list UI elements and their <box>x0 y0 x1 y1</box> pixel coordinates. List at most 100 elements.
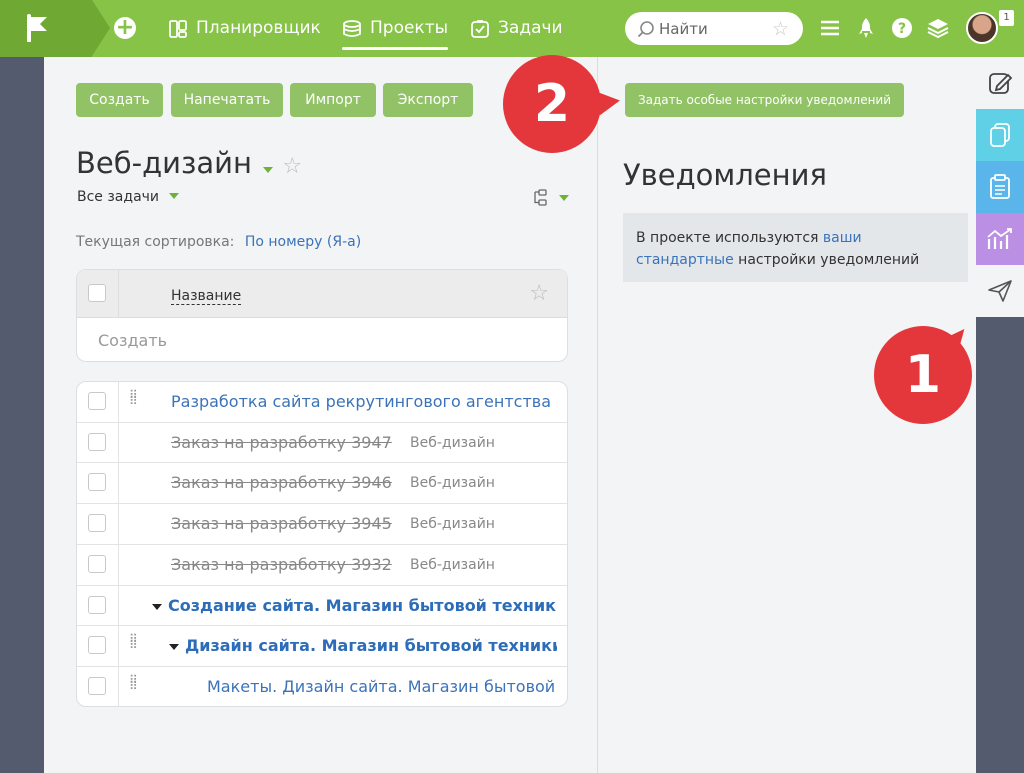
task-project: Веб-дизайн <box>410 516 495 532</box>
table-row[interactable]: ⠿ ⠿ Разработка сайта рекрутингового агент… <box>77 382 567 422</box>
task-title[interactable]: Заказ на разработку 3945 <box>171 514 392 533</box>
nav-tasks[interactable]: Задачи <box>470 0 563 57</box>
table-row[interactable]: ⠿ ⠿ Дизайн сайта. Магазин бытовой техники <box>77 625 567 666</box>
task-title[interactable]: Заказ на разработку 3947 <box>171 433 392 452</box>
nav-projects[interactable]: Проекты <box>342 0 449 57</box>
notifications-text-before: В проекте используются <box>636 230 823 246</box>
drag-handle-icon[interactable]: ⠿ ⠿ <box>129 633 139 651</box>
sort-label: Текущая сортировка: <box>76 234 235 250</box>
task-title[interactable]: Разработка сайта рекрутингового агентств… <box>171 392 557 411</box>
nav-planner-label: Планировщик <box>196 18 321 38</box>
export-button[interactable]: Экспорт <box>383 83 473 117</box>
row-divider <box>118 545 119 585</box>
clipboard-icon <box>990 174 1010 199</box>
flag-logo-icon <box>27 14 47 42</box>
notifications-text-after: настройки уведомлений <box>733 252 920 268</box>
task-title[interactable]: Создание сайта. Магазин бытовой техники <box>152 596 557 615</box>
user-avatar[interactable] <box>966 12 998 44</box>
edit-icon <box>989 73 1013 94</box>
special-notification-settings-button[interactable]: Задать особые настройки уведомлений <box>625 83 904 117</box>
task-list: ⠿ ⠿ Разработка сайта рекрутингового агент… <box>76 381 568 707</box>
documents-icon <box>990 123 1010 147</box>
app-logo[interactable] <box>0 0 110 57</box>
row-checkbox[interactable] <box>88 392 106 410</box>
sort-info: Текущая сортировка: По номеру (Я-а) <box>76 234 361 250</box>
nav-planner[interactable]: Планировщик <box>168 0 321 57</box>
row-checkbox[interactable] <box>88 596 106 614</box>
column-star-icon[interactable]: ☆ <box>529 281 549 306</box>
table-row[interactable]: ⠿ ⠿ Макеты. Дизайн сайта. Магазин бытовой… <box>77 666 567 707</box>
task-project: Веб-дизайн <box>410 475 495 491</box>
create-task-input[interactable]: Создать <box>98 331 167 350</box>
task-title[interactable]: Дизайн сайта. Магазин бытовой техники <box>169 636 557 655</box>
tasks-icon <box>471 19 489 38</box>
paper-plane-icon <box>988 280 1012 302</box>
table-row[interactable]: Заказ на разработку 3945 Веб-дизайн <box>77 503 567 544</box>
row-checkbox[interactable] <box>88 473 106 491</box>
column-name-header[interactable]: Название <box>171 288 242 305</box>
row-divider <box>118 382 119 422</box>
drag-handle-icon[interactable]: ⠿ ⠿ <box>129 674 139 692</box>
expand-arrow-icon[interactable] <box>152 603 162 610</box>
row-divider <box>118 504 119 544</box>
row-checkbox[interactable] <box>88 433 106 451</box>
expand-arrow-icon[interactable] <box>169 643 179 650</box>
select-all-checkbox[interactable] <box>88 284 106 302</box>
search-box[interactable]: ☆ <box>625 12 803 45</box>
search-icon <box>638 21 654 37</box>
notification-badge: 1 <box>999 10 1014 26</box>
project-star-icon[interactable]: ☆ <box>282 154 302 179</box>
task-title[interactable]: Заказ на разработку 3946 <box>171 473 392 492</box>
nav-tasks-label: Задачи <box>498 18 563 38</box>
layers-icon[interactable] <box>927 17 949 39</box>
reports-chart-icon <box>987 228 1012 249</box>
filter-dropdown-icon <box>169 193 180 199</box>
planner-icon <box>169 19 187 38</box>
add-button[interactable]: + <box>114 17 136 39</box>
row-checkbox[interactable] <box>88 636 106 654</box>
side-reports-button[interactable] <box>976 213 1024 265</box>
task-title[interactable]: Заказ на разработку 3932 <box>171 555 392 574</box>
table-row[interactable]: Заказ на разработку 3932 Веб-дизайн <box>77 544 567 585</box>
table-header: Название ☆ <box>77 270 567 318</box>
side-edit-button[interactable] <box>976 57 1024 109</box>
create-button[interactable]: Создать <box>76 83 163 117</box>
side-toolbar <box>976 57 1024 773</box>
notifications-info: В проекте используются ваши стандартные … <box>623 213 968 282</box>
callout-two-number: 2 <box>533 74 571 134</box>
row-checkbox[interactable] <box>88 555 106 573</box>
task-filter[interactable]: Все задачи <box>77 189 180 205</box>
callout-one-number: 1 <box>904 345 942 405</box>
title-dropdown-icon[interactable] <box>263 167 274 173</box>
side-clipboard-button[interactable] <box>976 161 1024 213</box>
drag-handle-icon[interactable]: ⠿ ⠿ <box>129 389 139 407</box>
import-button[interactable]: Импорт <box>290 83 376 117</box>
header-divider <box>118 270 119 318</box>
rocket-icon[interactable] <box>856 17 876 39</box>
view-switcher[interactable] <box>532 189 569 211</box>
task-filter-label: Все задачи <box>77 189 160 205</box>
task-title-text: Создание сайта. Магазин бытовой техники <box>168 596 557 615</box>
task-project: Веб-дизайн <box>410 557 495 573</box>
task-title[interactable]: Макеты. Дизайн сайта. Магазин бытовой те… <box>207 677 557 696</box>
menu-icon[interactable] <box>819 17 841 39</box>
sort-value-link[interactable]: По номеру (Я-а) <box>245 234 361 250</box>
table-row[interactable]: Создание сайта. Магазин бытовой техники <box>77 585 567 626</box>
print-button[interactable]: Напечатать <box>171 83 283 117</box>
favorite-star-icon[interactable]: ☆ <box>772 18 789 40</box>
svg-text:?: ? <box>898 21 906 37</box>
page-title: Веб-дизайн <box>76 146 252 180</box>
side-notifications-button[interactable] <box>976 265 1024 317</box>
row-checkbox[interactable] <box>88 514 106 532</box>
help-icon[interactable]: ? <box>891 17 913 39</box>
table-row[interactable]: Заказ на разработку 3947 Веб-дизайн <box>77 422 567 463</box>
tree-view-icon <box>534 189 547 206</box>
row-checkbox[interactable] <box>88 677 106 695</box>
task-title-text: Дизайн сайта. Магазин бытовой техники <box>185 636 557 655</box>
side-documents-button[interactable] <box>976 109 1024 161</box>
callout-two-pointer <box>596 88 622 116</box>
projects-icon <box>343 19 361 37</box>
table-row[interactable]: Заказ на разработку 3946 Веб-дизайн <box>77 462 567 503</box>
search-input[interactable] <box>659 18 769 39</box>
nav-projects-label: Проекты <box>370 18 449 38</box>
